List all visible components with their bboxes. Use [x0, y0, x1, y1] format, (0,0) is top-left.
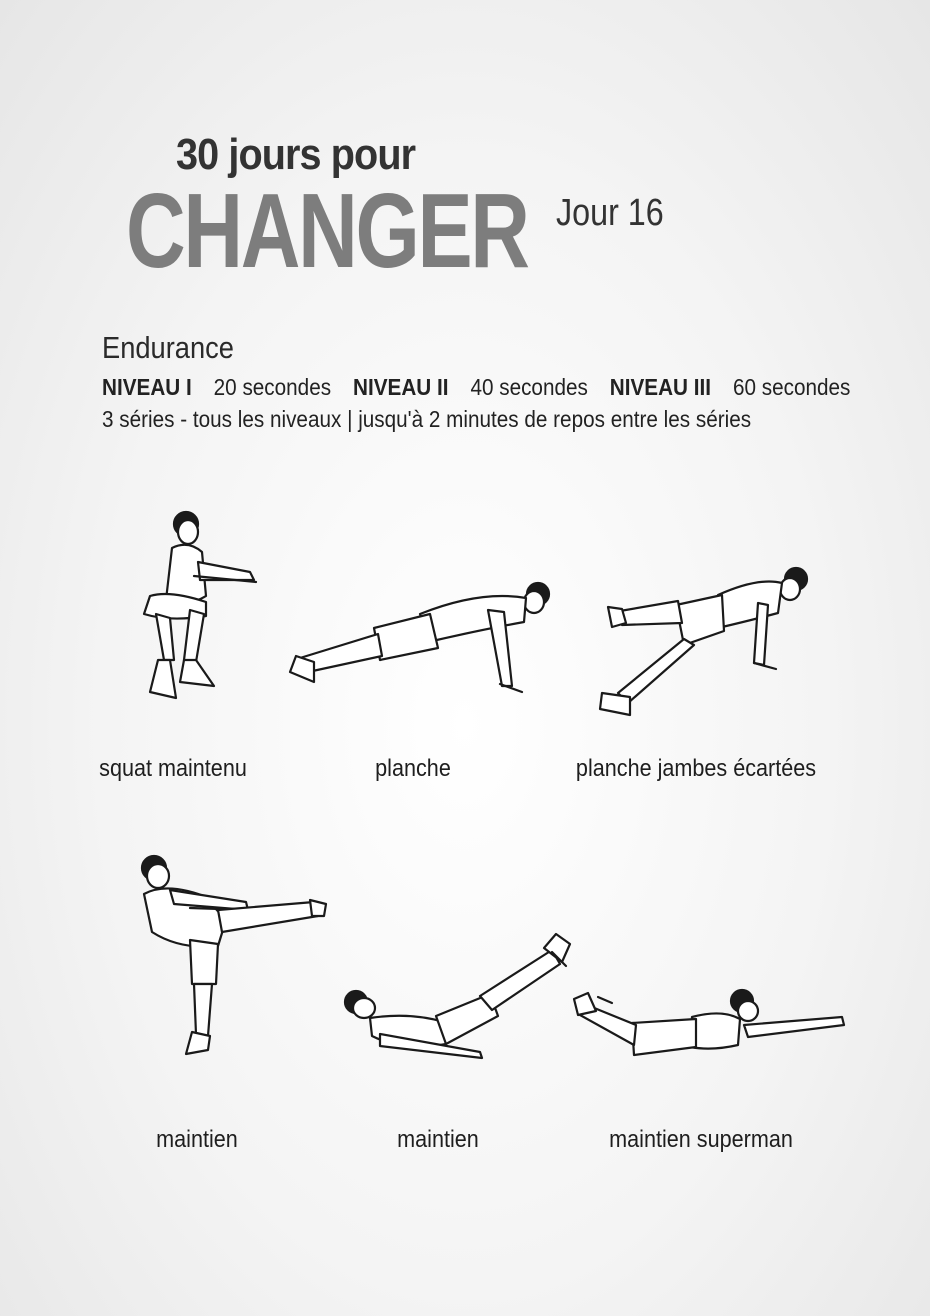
level-1-duration: 20 secondes — [213, 374, 332, 400]
plank-leg-raise-figure — [598, 566, 809, 717]
superman-figure — [572, 988, 846, 1057]
day-label: Jour 16 — [556, 192, 664, 234]
level-2-name: NIVEAU II — [353, 374, 449, 400]
side-kick-hold-figure — [140, 854, 328, 1056]
level-2-duration: 40 secondes — [470, 374, 588, 400]
exercise-label-3: planche jambes écartées — [575, 755, 817, 782]
exercise-label-1: squat maintenu — [99, 755, 247, 782]
v-hold-figure — [343, 932, 572, 1060]
exercise-label-2: planche — [375, 755, 451, 782]
series-info: 3 séries - tous les niveaux | jusqu'à 2 … — [102, 406, 752, 432]
level-3-name: NIVEAU III — [609, 374, 712, 400]
plank-figure — [288, 581, 551, 694]
title-main: CHANGER — [126, 172, 530, 290]
levels-row: NIVEAU I 20 secondes NIVEAU II 40 second… — [102, 374, 850, 401]
exercise-label-4: maintien — [156, 1126, 238, 1153]
exercise-label-6: maintien superman — [609, 1126, 793, 1153]
exercise-label-5: maintien — [397, 1126, 479, 1153]
wall-squat-figure — [142, 510, 258, 700]
workout-category: Endurance — [102, 330, 234, 365]
level-3-duration: 60 secondes — [732, 374, 851, 400]
level-1-name: NIVEAU I — [102, 374, 192, 400]
